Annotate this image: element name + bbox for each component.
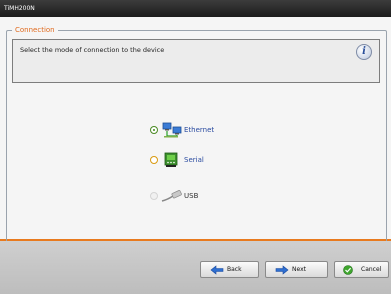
option-usb-label: USB (184, 192, 199, 200)
footer-bar: Back Next Cancel (0, 241, 391, 294)
info-box: Select the mode of connection to the dev… (12, 39, 380, 83)
main-panel: Connection Select the mode of connection… (0, 17, 391, 249)
ethernet-radio[interactable] (150, 126, 158, 134)
serial-radio[interactable] (150, 156, 158, 164)
option-serial-label: Serial (184, 156, 204, 164)
cancel-button[interactable]: Cancel (334, 261, 389, 278)
info-icon: i (356, 44, 372, 60)
next-button-label: Next (292, 266, 306, 273)
back-button[interactable]: Back (200, 261, 259, 278)
usb-radio (150, 192, 158, 200)
cancel-button-label: Cancel (361, 266, 382, 273)
ethernet-network-icon (162, 122, 182, 138)
option-ethernet-label: Ethernet (184, 126, 215, 134)
window-title: TiMH200N (0, 0, 391, 17)
serial-port-icon (164, 152, 178, 167)
check-circle-icon (343, 265, 353, 275)
option-usb: USB (150, 188, 240, 204)
usb-cable-icon (161, 190, 182, 202)
option-serial[interactable]: Serial (150, 152, 240, 168)
group-legend: Connection (12, 25, 58, 35)
back-button-label: Back (227, 266, 242, 273)
info-text: Select the mode of connection to the dev… (20, 46, 165, 54)
arrow-left-icon (210, 265, 224, 275)
arrow-right-icon (275, 265, 289, 275)
option-ethernet[interactable]: Ethernet (150, 122, 240, 138)
next-button[interactable]: Next (265, 261, 328, 278)
